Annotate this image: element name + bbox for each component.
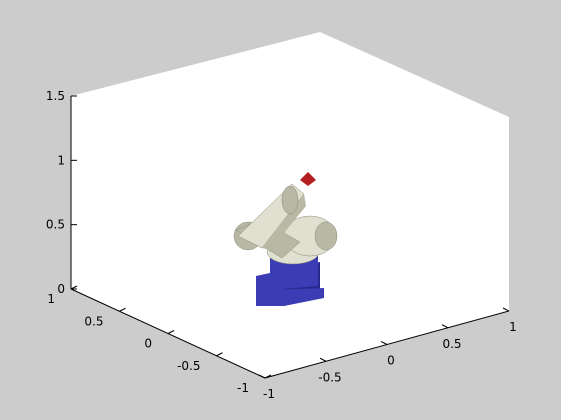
y-tick-label: 1: [47, 292, 55, 306]
x-tick-label: -1: [263, 387, 275, 401]
y-tick-label: -0.5: [177, 359, 200, 373]
y-tick-label: 0: [144, 337, 152, 351]
axes-3d[interactable]: 1.5 1 0.5 0 1 0.5 0 -0.5 -1 -1 -0.5 0 0.5 1: [0, 0, 561, 420]
x-tick-label: 1: [509, 320, 517, 334]
robot-wrist: [281, 185, 299, 215]
z-tick-label: 0.5: [46, 218, 65, 232]
y-tick-label: 0.5: [84, 314, 103, 328]
x-tick-label: 0.5: [442, 337, 461, 351]
z-tick-label: 0: [57, 282, 65, 296]
x-tick-label: -0.5: [318, 370, 341, 384]
x-tick-label: 0: [387, 354, 395, 368]
figure-window: 1.5 1 0.5 0 1 0.5 0 -0.5 -1 -1 -0.5 0 0.5 1: [0, 0, 561, 420]
robot-shoulder-cap: [314, 221, 338, 251]
z-tick-label: 1: [57, 153, 65, 167]
y-tick-label: -1: [237, 381, 249, 395]
z-tick-label: 1.5: [46, 89, 65, 103]
